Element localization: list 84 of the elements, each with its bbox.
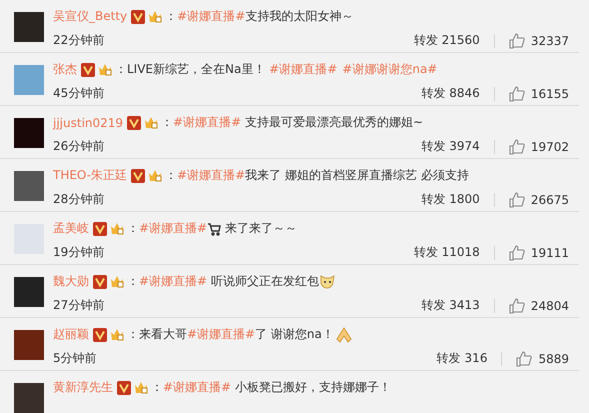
hashtag-link[interactable]: #谢娜直播#	[163, 379, 232, 396]
avatar-photo-placeholder[interactable]	[14, 65, 44, 95]
crown-badge-icon	[109, 274, 125, 289]
verified-v-icon	[93, 274, 107, 288]
hashtag-link[interactable]: #谢娜直播#	[177, 167, 246, 184]
user-name-link[interactable]: THEO-朱正廷	[53, 167, 128, 184]
comment-text: 我来了 娜姐的首档竖屏直播综艺 必须支持	[245, 167, 469, 184]
hashtag-link[interactable]: #谢娜直播#	[177, 8, 246, 25]
post-time: 45分钟前	[53, 85, 104, 102]
user-name-link[interactable]: 孟美岐	[53, 220, 89, 237]
comment-text: 支持最可爱最漂亮最优秀的娜姐~	[244, 114, 424, 131]
thumbs-up-icon[interactable]	[508, 86, 525, 102]
comment-text: ：	[127, 273, 139, 290]
user-name-link[interactable]: 赵丽颖	[53, 326, 89, 343]
like-count: 5889	[538, 352, 569, 366]
thumbs-up-icon[interactable]	[508, 298, 525, 314]
avatar-photo-placeholder[interactable]	[14, 330, 44, 360]
post-time: 19分钟前	[53, 244, 104, 261]
post-time: 22分钟前	[53, 32, 104, 49]
like-count: 24804	[530, 298, 569, 312]
user-name-link[interactable]: 张杰	[53, 61, 77, 78]
comment-text: 小板凳已搬好，支持娜娜子！	[234, 379, 391, 396]
avatar-photo-placeholder[interactable]	[14, 277, 44, 307]
hashtag-link[interactable]: #谢娜直播#	[173, 114, 242, 131]
hashtag-link[interactable]: #谢娜直播#	[269, 61, 338, 78]
verified-v-icon	[131, 10, 146, 24]
comment-text: ：	[165, 167, 178, 184]
comment-text: 支持我的太阳女神～	[245, 8, 354, 25]
crown-badge-icon	[109, 221, 125, 236]
comment-text: ：LIVE新综艺，全在Na里！	[115, 61, 266, 78]
repost-link[interactable]: 转发 1800	[421, 191, 480, 208]
crown-badge-icon	[147, 9, 164, 24]
post-time: 5分钟前	[53, 350, 97, 367]
like-count: 26675	[530, 192, 569, 206]
comment-text: 来了来了～～	[224, 220, 297, 237]
post-time: 27分钟前	[53, 297, 104, 314]
verified-v-icon	[81, 62, 95, 76]
crown-badge-icon	[143, 115, 160, 130]
like-count: 19702	[530, 140, 569, 154]
user-name-link[interactable]: 黄新淳先生	[53, 379, 113, 396]
post-time: 26分钟前	[53, 138, 104, 155]
like-count: 16155	[530, 86, 569, 100]
thumbs-up-icon[interactable]	[516, 350, 532, 366]
verified-v-icon	[93, 222, 107, 236]
user-name-link[interactable]: 魏大勋	[53, 273, 89, 290]
comment-text: ：	[127, 220, 139, 237]
repost-link[interactable]: 转发 8846	[421, 85, 480, 102]
avatar-photo-placeholder[interactable]	[14, 383, 44, 413]
crown-badge-icon	[133, 380, 149, 395]
post-time: 28分钟前	[53, 191, 104, 208]
hashtag-link[interactable]: #谢娜直播#	[139, 273, 208, 290]
comment-text: ：来看大哥	[127, 326, 187, 343]
like-count: 32337	[530, 34, 569, 48]
thumbs-up-icon[interactable]	[508, 192, 525, 208]
thumbs-up-icon[interactable]	[508, 32, 525, 48]
repost-link[interactable]: 转发 21560	[414, 32, 480, 49]
avatar-photo-placeholder[interactable]	[14, 171, 44, 201]
verified-v-icon	[93, 328, 107, 342]
verified-v-icon	[127, 116, 142, 130]
thumbs-up-icon[interactable]	[508, 244, 525, 260]
cart-emoji-icon	[207, 222, 222, 236]
comment-text: 听说师父正在发红包	[210, 273, 319, 290]
hashtag-link[interactable]: #谢娜直播#	[187, 326, 256, 343]
repost-link[interactable]: 转发 3413	[421, 297, 480, 314]
avatar-photo-placeholder[interactable]	[14, 12, 44, 42]
repost-link[interactable]: 转发 316	[436, 350, 488, 367]
repost-link[interactable]: 转发 11018	[414, 244, 480, 261]
thumbs-up-icon[interactable]	[508, 138, 525, 154]
avatar-photo-placeholder[interactable]	[14, 118, 44, 148]
verified-v-icon	[131, 168, 146, 182]
comment-text: ：	[151, 379, 163, 396]
user-name-link[interactable]: 吴宣仪_Betty	[53, 8, 128, 25]
crown-badge-icon	[97, 62, 113, 77]
verified-v-icon	[117, 380, 131, 394]
crown-badge-icon	[147, 168, 164, 183]
user-name-link[interactable]: jjjustin0219	[53, 116, 124, 130]
like-count: 19111	[530, 246, 569, 260]
comment-text: ：	[161, 114, 174, 131]
repost-link[interactable]: 转发 3974	[421, 138, 480, 155]
hashtag-link[interactable]: #谢娜谢谢您na#	[342, 61, 438, 78]
comment-text: 了 谢谢您na！	[255, 326, 334, 343]
crown-badge-icon	[109, 327, 125, 342]
hashtag-link[interactable]: #谢娜直播#	[139, 220, 208, 237]
comment-text: ：	[165, 8, 178, 25]
